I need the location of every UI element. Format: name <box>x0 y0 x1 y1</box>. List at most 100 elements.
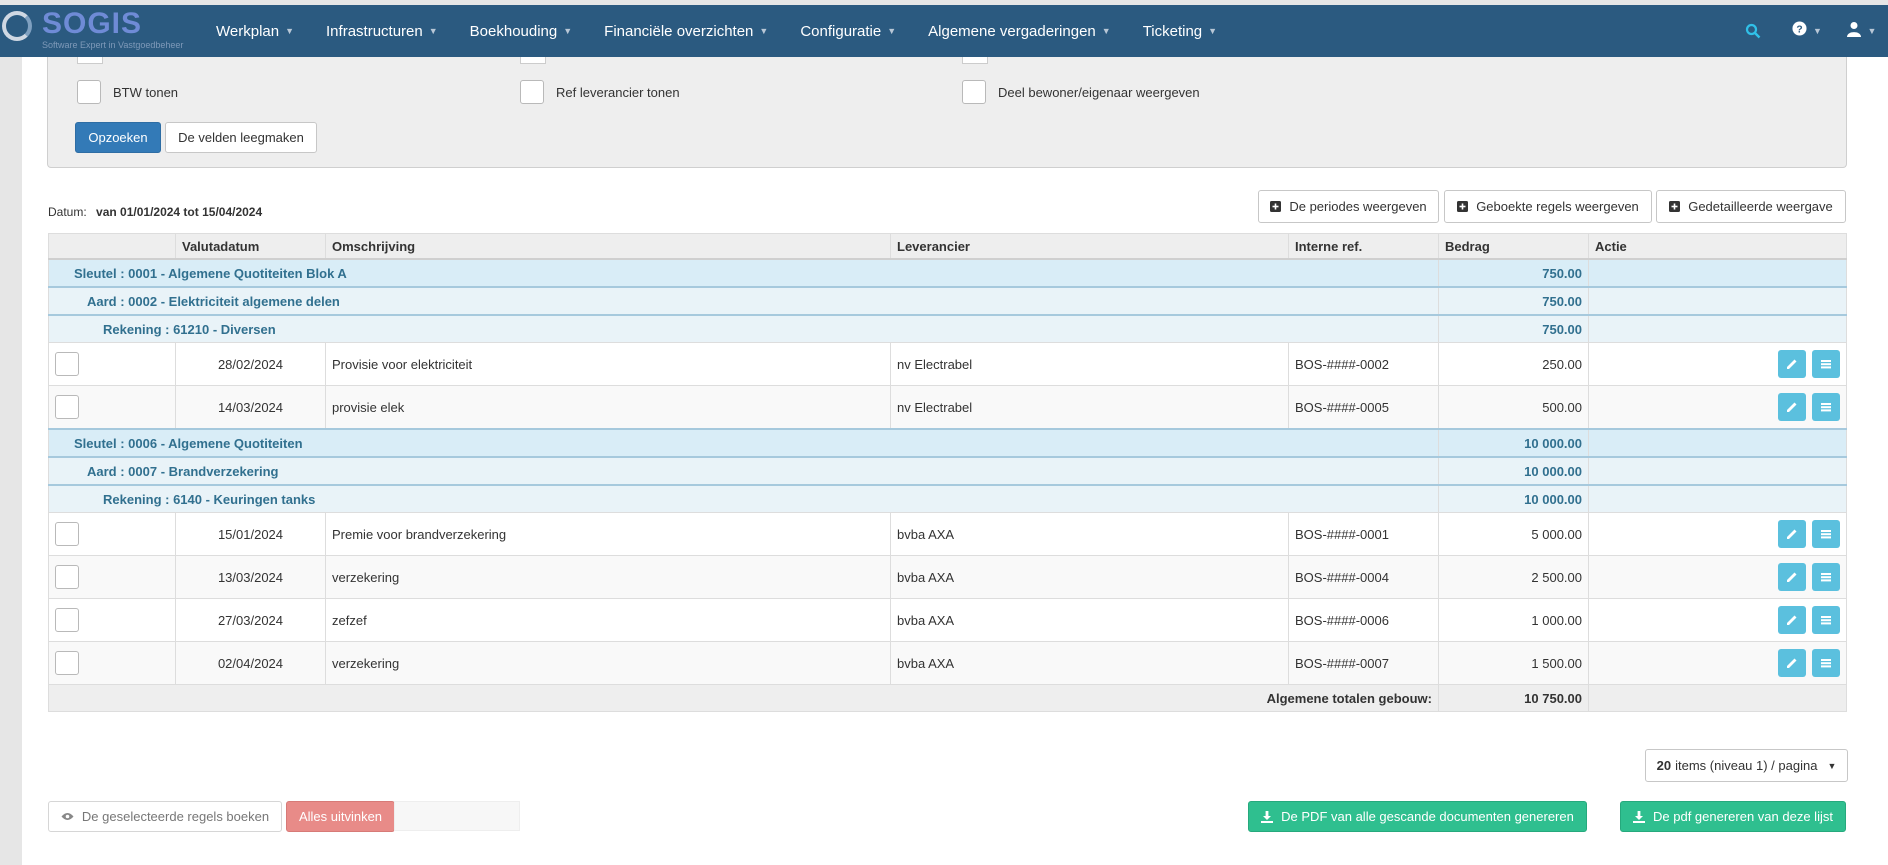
table-row[interactable]: 15/01/2024 Premie voor brandverzekering bv… <box>48 512 1847 556</box>
edit-button[interactable] <box>1778 350 1806 378</box>
deel-option[interactable]: Deel bewoner/eigenaar weergeven <box>962 80 1200 104</box>
main-content: BTW tonen Ref leverancier tonen Deel bew… <box>22 57 1888 865</box>
edit-button[interactable] <box>1778 393 1806 421</box>
account-group-row-spacer <box>1588 314 1847 343</box>
row-date: 15/01/2024 <box>175 512 326 556</box>
amount-column-header[interactable]: Bedrag <box>1438 233 1589 260</box>
book-selected-button[interactable]: De geselecteerde regels boeken <box>48 801 282 832</box>
row-description: Provisie voor elektriciteit <box>325 342 891 386</box>
row-checkbox[interactable] <box>55 565 79 589</box>
ref-column-header[interactable]: Interne ref. <box>1288 233 1439 260</box>
search-icon[interactable] <box>1726 5 1780 57</box>
description-column-header[interactable]: Omschrijving <box>325 233 891 260</box>
aard-group-row-total: 750.00 <box>1438 286 1589 316</box>
show-periods-label: De periodes weergeven <box>1289 199 1427 214</box>
row-amount: 1 500.00 <box>1438 641 1589 685</box>
row-ref: BOS-####-0004 <box>1288 555 1439 599</box>
deel-checkbox[interactable] <box>962 80 986 104</box>
aard-group-row-total: 10 000.00 <box>1438 456 1589 486</box>
nav-menu-item[interactable]: Algemene vergaderingen ▼ <box>912 5 1127 57</box>
nav-menu-item[interactable]: Werkplan ▼ <box>200 5 310 57</box>
empty-placeholder <box>394 801 520 831</box>
help-menu[interactable]: ? ▼ <box>1780 5 1834 57</box>
row-supplier: bvba AXA <box>890 598 1289 642</box>
row-actions <box>1588 555 1847 599</box>
row-supplier: bvba AXA <box>890 641 1289 685</box>
grand-total-row: Algemene totalen gebouw: 10 750.00 <box>48 684 1847 712</box>
row-date: 14/03/2024 <box>175 385 326 430</box>
search-button[interactable]: Opzoeken <box>75 122 161 153</box>
row-select-cell <box>48 385 176 430</box>
edit-button[interactable] <box>1778 649 1806 677</box>
edit-button[interactable] <box>1778 520 1806 548</box>
nav-menu-item[interactable]: Infrastructuren ▼ <box>310 5 454 57</box>
table-row[interactable]: 13/03/2024 verzekering bvba AXA BOS-####-00… <box>48 555 1847 599</box>
row-checkbox[interactable] <box>55 522 79 546</box>
chevron-down-icon: ▼ <box>1208 26 1218 36</box>
nav-menu-item[interactable]: Financiële overzichten ▼ <box>588 5 784 57</box>
pdf-scans-button[interactable]: De PDF van alle gescande documenten gene… <box>1248 801 1587 832</box>
detailed-view-button[interactable]: Gedetailleerde weergave <box>1656 190 1846 223</box>
details-button[interactable] <box>1812 563 1840 591</box>
download-icon <box>1633 810 1646 823</box>
table-row[interactable]: 28/02/2024 Provisie voor elektriciteit nv … <box>48 342 1847 386</box>
details-button[interactable] <box>1812 350 1840 378</box>
clear-fields-button[interactable]: De velden leegmaken <box>165 122 317 153</box>
ref-checkbox[interactable] <box>520 80 544 104</box>
logo-tagline: Software Expert in Vastgoedbeheer <box>42 40 184 50</box>
row-ref: BOS-####-0005 <box>1288 385 1439 430</box>
row-actions <box>1588 641 1847 685</box>
row-checkbox[interactable] <box>55 352 79 376</box>
date-column-header[interactable]: Valutadatum <box>175 233 326 260</box>
nav-menu-item[interactable]: Configuratie ▼ <box>784 5 912 57</box>
navbar-right: ? ▼ ▼ <box>1726 5 1888 57</box>
pdf-list-button[interactable]: De pdf genereren van deze lijst <box>1620 801 1846 832</box>
show-periods-button[interactable]: De periodes weergeven <box>1258 190 1439 223</box>
grand-total-label: Algemene totalen gebouw: <box>48 684 1439 712</box>
row-select-cell <box>48 555 176 599</box>
row-actions <box>1588 512 1847 556</box>
nav-menu-label: Boekhouding <box>469 22 558 40</box>
table-row[interactable]: 14/03/2024 provisie elek nv Electrabel BOS-… <box>48 385 1847 430</box>
row-actions <box>1588 598 1847 642</box>
nav-menu-item[interactable]: Boekhouding ▼ <box>454 5 589 57</box>
key-group-row-label: Sleutel : 0006 - Algemene Quotiteiten <box>48 428 1439 458</box>
show-booked-button[interactable]: Geboekte regels weergeven <box>1444 190 1652 223</box>
row-description: verzekering <box>325 555 891 599</box>
sogis-logo[interactable]: SOGIS Software Expert in Vastgoedbeheer <box>2 7 202 55</box>
aard-group-row-spacer <box>1588 286 1847 316</box>
pencil-icon <box>1785 570 1799 584</box>
row-supplier: nv Electrabel <box>890 342 1289 386</box>
uncheck-all-button[interactable]: Alles uitvinken <box>286 801 395 832</box>
details-button[interactable] <box>1812 649 1840 677</box>
row-checkbox[interactable] <box>55 651 79 675</box>
row-checkbox[interactable] <box>55 608 79 632</box>
edit-button[interactable] <box>1778 563 1806 591</box>
btw-option[interactable]: BTW tonen <box>77 80 178 104</box>
details-button[interactable] <box>1812 393 1840 421</box>
details-button[interactable] <box>1812 606 1840 634</box>
row-ref: BOS-####-0001 <box>1288 512 1439 556</box>
deel-label: Deel bewoner/eigenaar weergeven <box>998 84 1200 100</box>
details-button[interactable] <box>1812 520 1840 548</box>
chevron-down-icon: ▼ <box>1813 26 1822 36</box>
row-checkbox[interactable] <box>55 395 79 419</box>
checkbox-partial[interactable] <box>77 57 103 64</box>
key-group-row-spacer <box>1588 428 1847 458</box>
table-row[interactable]: 02/04/2024 verzekering bvba AXA BOS-####-00… <box>48 641 1847 685</box>
pencil-icon <box>1785 400 1799 414</box>
btw-checkbox[interactable] <box>77 80 101 104</box>
supplier-column-header[interactable]: Leverancier <box>890 233 1289 260</box>
page-size-select[interactable]: 20 items (niveau 1) / pagina ▼ <box>1645 749 1848 782</box>
row-select-cell <box>48 512 176 556</box>
checkbox-partial[interactable] <box>962 57 988 64</box>
chevron-down-icon: ▼ <box>1101 26 1111 36</box>
grand-total-spacer <box>1588 684 1847 712</box>
ref-option[interactable]: Ref leverancier tonen <box>520 80 680 104</box>
checkbox-partial[interactable] <box>520 57 546 64</box>
table-row[interactable]: 27/03/2024 zefzef bvba AXA BOS-####-0006 1 0… <box>48 598 1847 642</box>
ref-label: Ref leverancier tonen <box>556 84 680 100</box>
nav-menu-item[interactable]: Ticketing ▼ <box>1127 5 1233 57</box>
edit-button[interactable] <box>1778 606 1806 634</box>
user-menu[interactable]: ▼ <box>1834 5 1888 57</box>
